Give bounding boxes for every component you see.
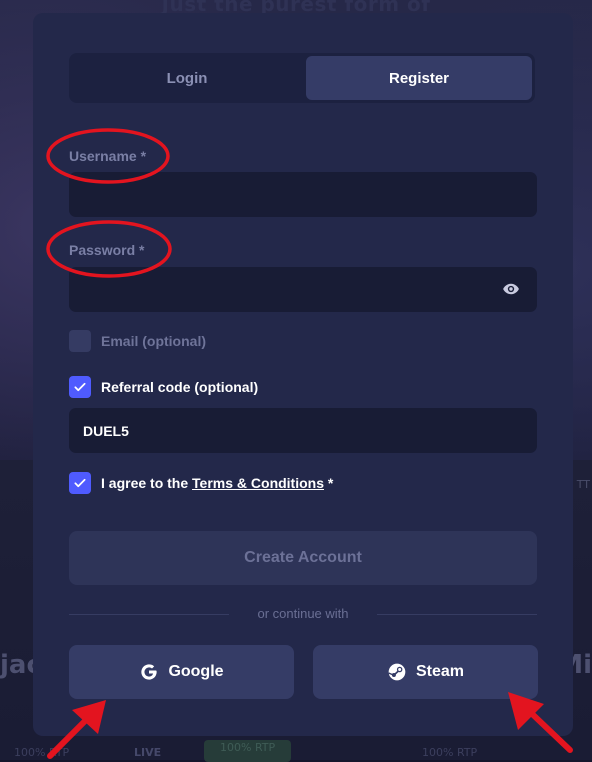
google-icon: [141, 664, 158, 680]
divider-line: [69, 614, 229, 615]
check-icon: [74, 382, 86, 392]
terms-checkbox[interactable]: [69, 472, 91, 494]
steam-icon: [388, 663, 406, 681]
terms-conditions-link[interactable]: Terms & Conditions: [192, 475, 324, 491]
referral-code-input[interactable]: [69, 408, 537, 453]
background-footer: 100% RTP LIVE 100% RTP 100% RTP: [0, 740, 592, 762]
divider-text: or continue with: [257, 606, 349, 621]
check-icon: [74, 478, 86, 488]
email-checkbox[interactable]: [69, 330, 91, 352]
steam-login-button[interactable]: Steam: [313, 645, 538, 699]
background-footer-live: LIVE: [134, 746, 162, 759]
divider-line: [377, 614, 537, 615]
steam-button-label: Steam: [415, 663, 465, 680]
password-input[interactable]: [69, 267, 537, 312]
eye-icon[interactable]: [501, 280, 521, 298]
auth-tabs: Login Register: [69, 53, 535, 103]
terms-required-mark: *: [324, 475, 334, 491]
background-side-text-mid: TT: [576, 478, 590, 491]
email-option-row: Email (optional): [69, 330, 206, 352]
referral-checkbox[interactable]: [69, 376, 91, 398]
terms-label: I agree to the Terms & Conditions *: [101, 475, 333, 491]
create-account-button[interactable]: Create Account: [69, 531, 537, 585]
google-login-button[interactable]: Google: [69, 645, 294, 699]
username-label: Username *: [69, 148, 147, 164]
google-button-label: Google: [168, 663, 224, 680]
terms-prefix: I agree to the: [101, 475, 193, 491]
tab-login[interactable]: Login: [72, 56, 302, 100]
referral-option-row: Referral code (optional): [69, 376, 258, 398]
username-input[interactable]: [69, 172, 537, 217]
background-footer-item: 100% RTP: [204, 740, 292, 762]
tab-register[interactable]: Register: [306, 56, 532, 100]
terms-row: I agree to the Terms & Conditions *: [69, 472, 333, 494]
auth-modal: Login Register Username * Password * Ema…: [33, 13, 573, 736]
email-option-label: Email (optional): [101, 333, 206, 349]
password-label: Password *: [69, 242, 145, 258]
background-footer-item: 100% RTP: [14, 746, 70, 759]
background-footer-item: 100% RTP: [422, 746, 478, 759]
referral-option-label: Referral code (optional): [101, 379, 259, 395]
